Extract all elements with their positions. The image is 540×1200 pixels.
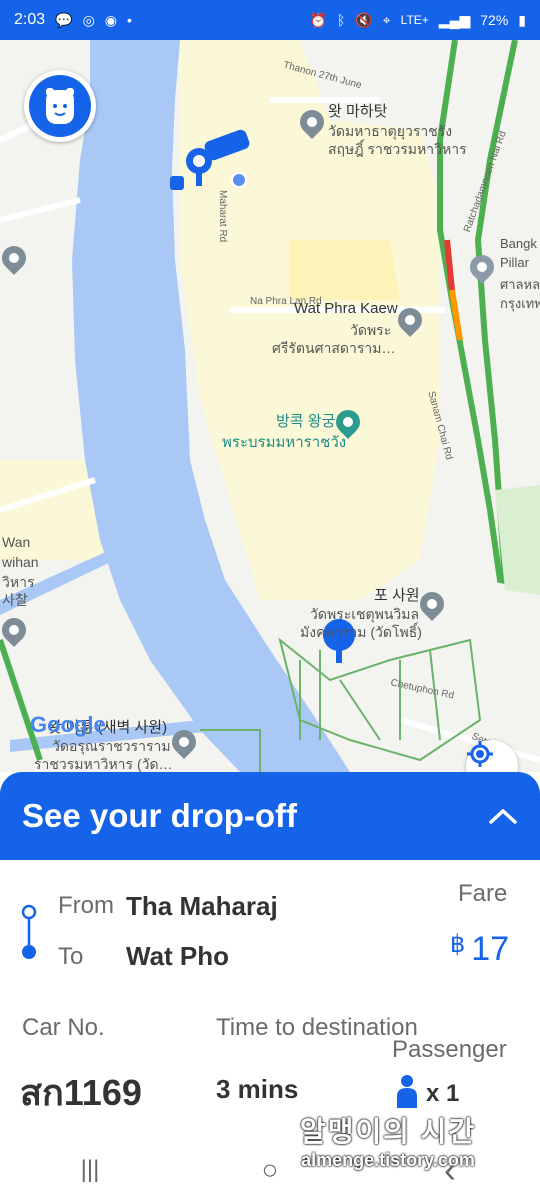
person-icon bbox=[397, 1075, 417, 1108]
talk-icon: 💬 bbox=[55, 12, 73, 28]
mute-icon: 🔇 bbox=[355, 12, 373, 28]
map-view[interactable]: Thanon 27th June 왓 마하탓 วัดมหาธาตุยุวราชร… bbox=[0, 40, 540, 772]
map-label: Pillar bbox=[500, 255, 529, 270]
chevron-up-icon[interactable] bbox=[488, 806, 518, 826]
status-bar: 2:03 💬 ◎ ◉ • ⏰ ᛒ 🔇 ⌖ LTE+ ▂▄▆ 72% ▮ bbox=[0, 0, 540, 40]
time-value: 3 mins bbox=[216, 1074, 299, 1104]
fare-amount: ฿ 17 bbox=[450, 930, 509, 969]
time-label: Time to destination bbox=[216, 1014, 418, 1041]
fare-label: Fare bbox=[458, 880, 508, 907]
back-icon: ‹ bbox=[444, 1149, 456, 1190]
bluetooth-icon: ᛒ bbox=[336, 12, 346, 28]
passenger-count: x 1 bbox=[396, 1074, 459, 1108]
battery-level: 72% bbox=[480, 12, 509, 28]
recents-button[interactable]: ||| bbox=[60, 1150, 120, 1190]
mascot-icon bbox=[29, 75, 91, 137]
map-label: ศาลหล bbox=[500, 277, 540, 292]
route-line-icon bbox=[21, 904, 37, 959]
car-number-label: Car No. bbox=[22, 1014, 105, 1041]
home-icon: ○ bbox=[261, 1154, 279, 1185]
map-label: 왓 마하탓 bbox=[328, 103, 388, 120]
dropoff-sheet-header[interactable]: See your drop-off bbox=[0, 772, 540, 860]
map-label: 포 사원 bbox=[374, 587, 420, 604]
map-label: Wat Phra Kaew bbox=[294, 300, 398, 317]
map-label: wihan bbox=[2, 554, 39, 570]
map-label: พระบรมมหาราชวัง bbox=[222, 434, 347, 451]
network-label: LTE+ bbox=[400, 13, 429, 27]
map-label: Bangk bbox=[500, 236, 537, 251]
map-label: สฤษฎิ์ ราชวรมหาวิหาร bbox=[328, 141, 467, 157]
map-label: กรุงเทพ bbox=[500, 296, 540, 311]
battery-icon: ▮ bbox=[518, 12, 526, 28]
clock: 2:03 bbox=[14, 11, 46, 28]
map-label: 사찰 bbox=[2, 592, 28, 608]
map-label: ราชวรมหาวิหาร (วัด… bbox=[34, 756, 173, 772]
sheet-title: See your drop-off bbox=[22, 797, 298, 834]
app-logo-button[interactable] bbox=[24, 70, 96, 142]
map-label: Wan bbox=[2, 534, 31, 550]
map-label: ศรีรัตนศาสดาราม… bbox=[272, 340, 396, 356]
from-value: Tha Maharaj bbox=[126, 891, 278, 921]
to-label: To bbox=[58, 943, 84, 970]
currency-symbol: ฿ bbox=[450, 931, 466, 958]
recents-icon: ||| bbox=[80, 1156, 100, 1183]
passenger-value: x 1 bbox=[426, 1080, 460, 1107]
alarm-icon: ⏰ bbox=[309, 12, 327, 28]
app-notification-icon: ◉ bbox=[104, 12, 118, 28]
from-label: From bbox=[58, 892, 114, 919]
home-button[interactable]: ○ bbox=[240, 1150, 300, 1190]
instagram-icon: ◎ bbox=[82, 12, 95, 28]
map-road-label: Maharat Rd bbox=[217, 190, 228, 243]
passenger-label: Passenger bbox=[392, 1036, 507, 1063]
map-label: มังคลาราม (วัดโพธิ์) bbox=[300, 624, 422, 640]
signal-icon: ▂▄▆ bbox=[438, 12, 471, 28]
location-icon: ⌖ bbox=[382, 12, 391, 28]
dot-icon: • bbox=[127, 12, 132, 28]
google-logo: Google bbox=[30, 712, 106, 737]
map-label: 방콕 왕궁 bbox=[276, 413, 336, 430]
fare-value: 17 bbox=[471, 930, 510, 968]
to-value: Wat Pho bbox=[126, 941, 230, 971]
crosshair-icon bbox=[467, 741, 493, 767]
car-number-value: สก1169 bbox=[20, 1072, 142, 1113]
back-button[interactable]: ‹ bbox=[420, 1149, 480, 1190]
system-nav-bar: ||| ○ ‹ bbox=[0, 1140, 540, 1200]
